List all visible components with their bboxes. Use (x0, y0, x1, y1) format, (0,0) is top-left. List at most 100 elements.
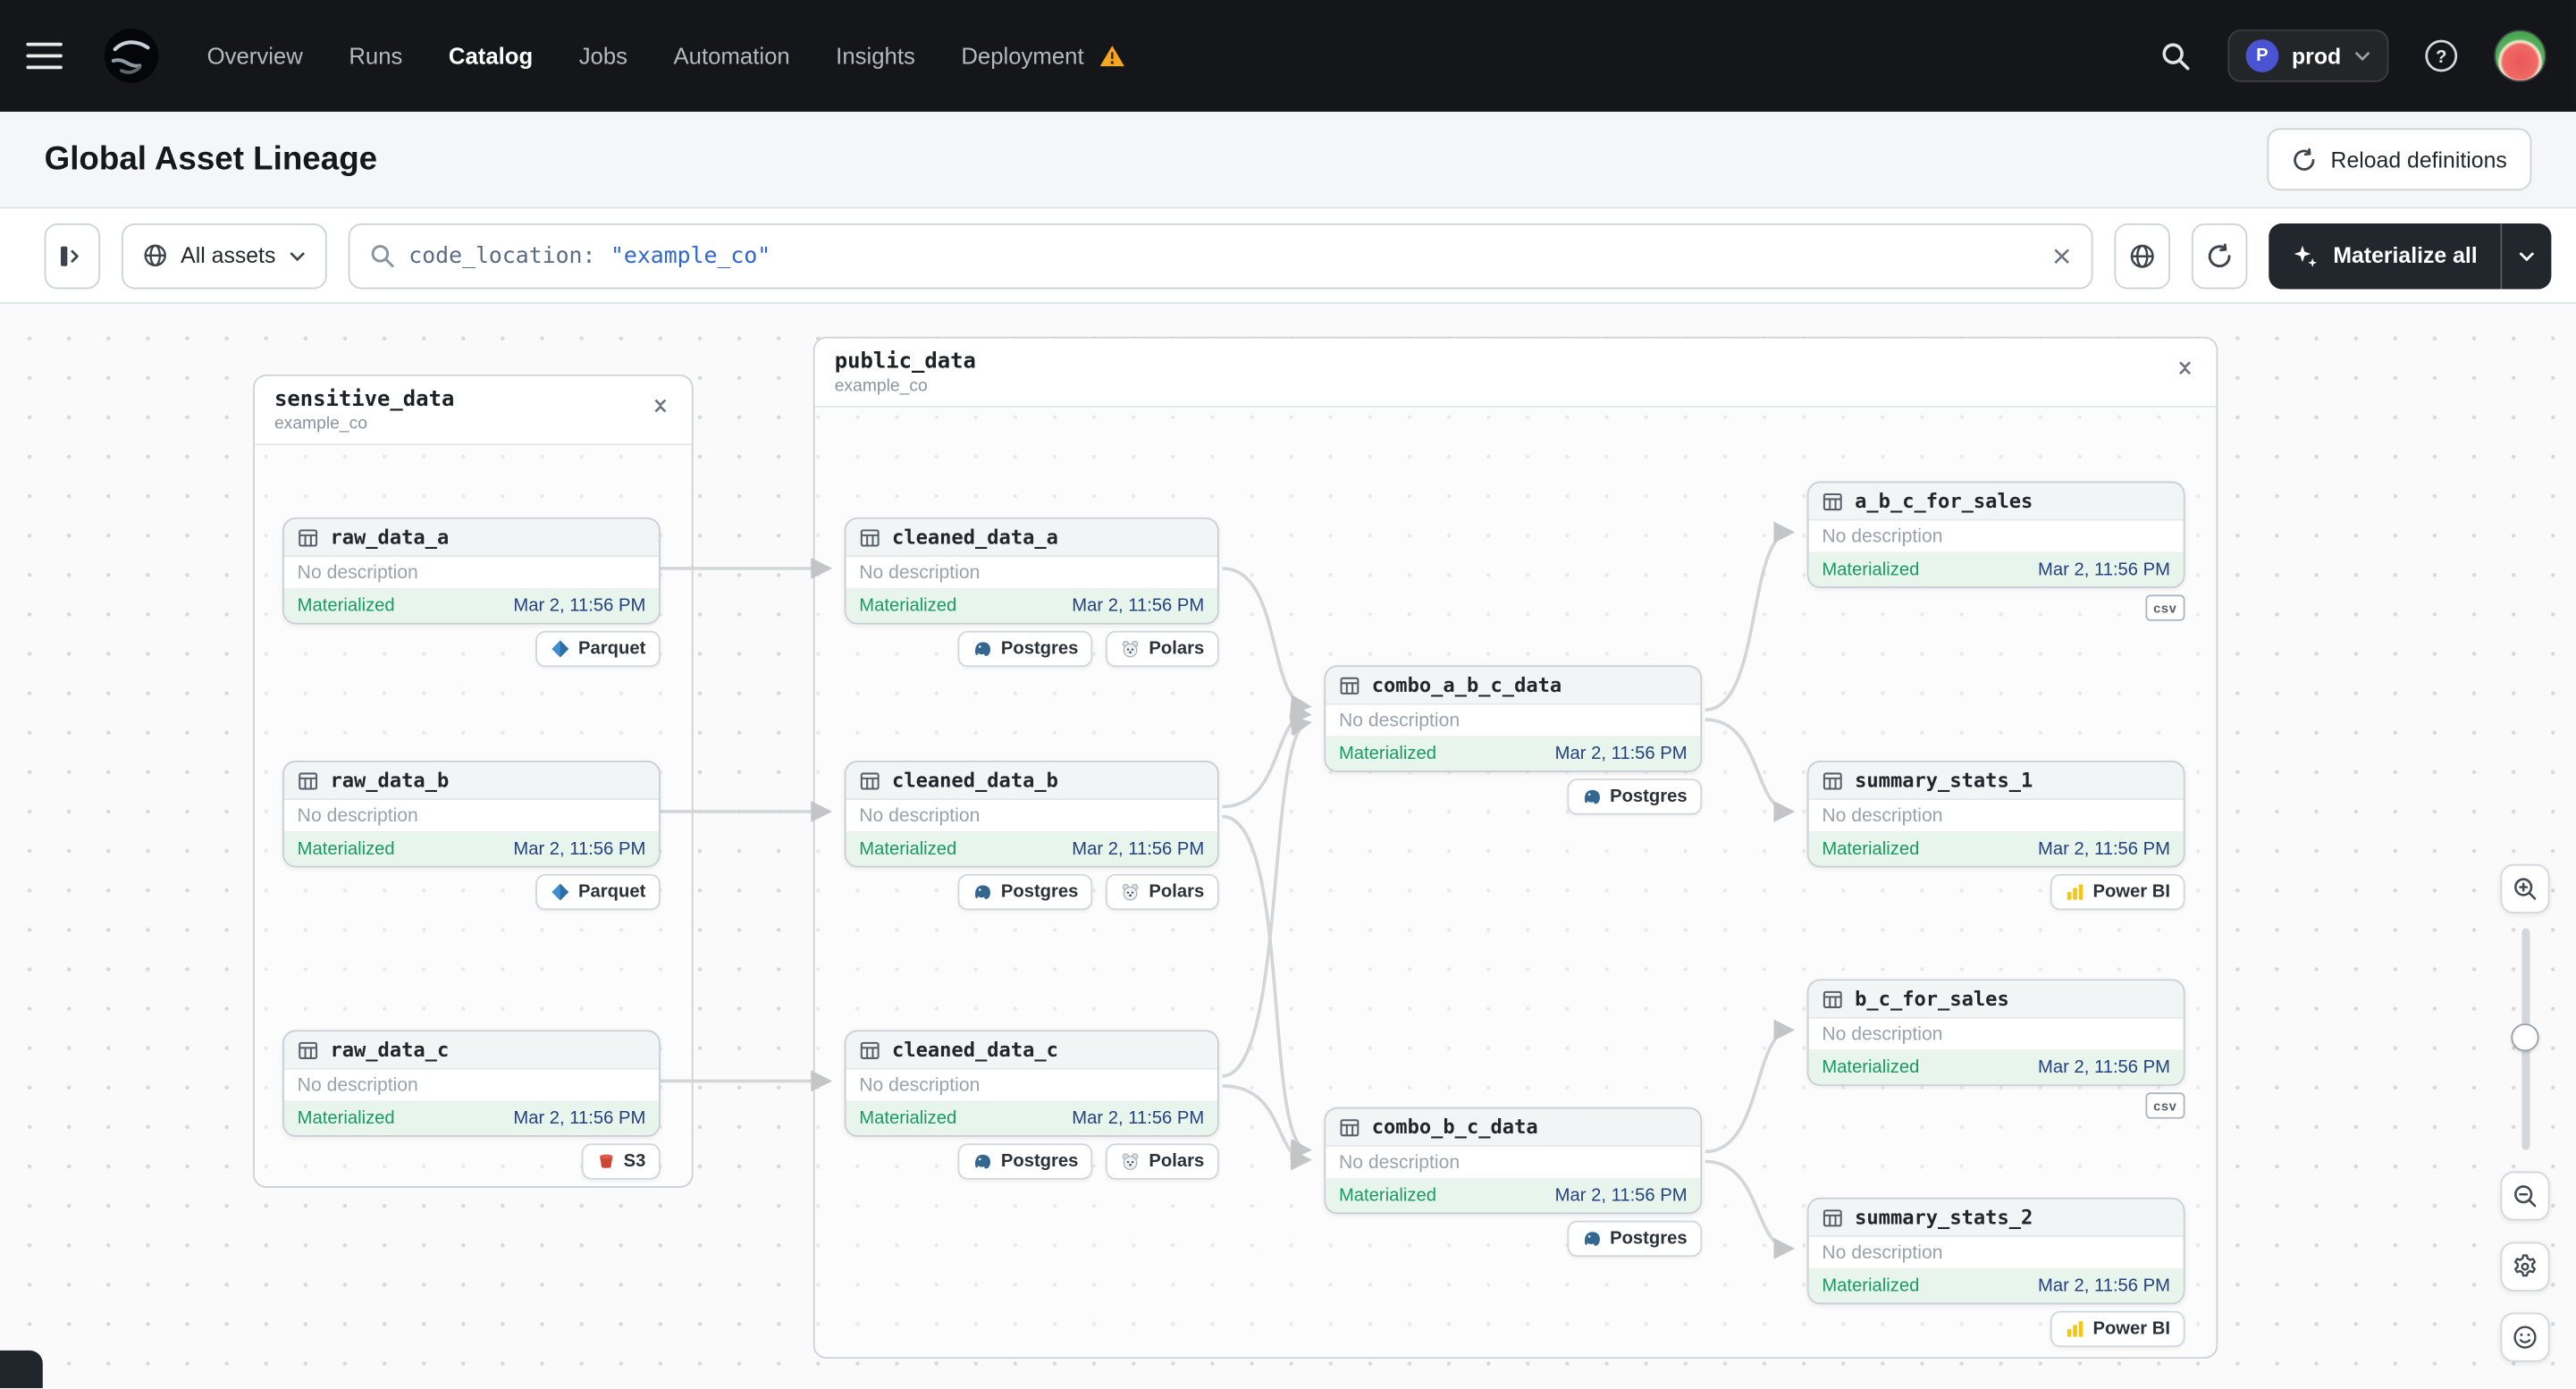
group-header[interactable]: public_data example_co (814, 338, 2217, 408)
asset-name: raw_data_a (330, 526, 450, 549)
polars-icon (1121, 1151, 1141, 1171)
asset-status-row: Materialized Mar 2, 11:56 PM (1808, 832, 2184, 866)
asset-node-cleaned-data-a[interactable]: cleaned_data_a No description Materializ… (844, 517, 1219, 625)
help-icon[interactable]: ? (2412, 26, 2471, 85)
polars-icon (1121, 639, 1141, 659)
materialized-status: Materialized (297, 596, 395, 617)
asset-name: cleaned_data_c (892, 1038, 1058, 1062)
feedback-button[interactable] (2500, 1312, 2550, 1362)
dagster-logo[interactable] (102, 26, 161, 85)
table-icon (1822, 491, 1843, 512)
csv-file-badge[interactable]: csv (2144, 1092, 2185, 1119)
materialized-status: Materialized (297, 1108, 395, 1129)
materialized-timestamp[interactable]: Mar 2, 11:56 PM (2038, 1276, 2170, 1296)
materialized-timestamp[interactable]: Mar 2, 11:56 PM (513, 596, 645, 616)
materialized-timestamp[interactable]: Mar 2, 11:56 PM (2038, 1058, 2170, 1078)
materialized-timestamp[interactable]: Mar 2, 11:56 PM (2038, 560, 2170, 580)
asset-tags: Postgres Polars (845, 873, 1219, 911)
svg-text:?: ? (2436, 47, 2446, 67)
refresh-button[interactable] (2192, 223, 2248, 289)
tag-polars[interactable]: Polars (1106, 1143, 1219, 1180)
search-icon (369, 243, 394, 268)
tag-s3[interactable]: S3 (580, 1143, 661, 1180)
tag-postgres[interactable]: Postgres (958, 1143, 1093, 1180)
zoom-slider[interactable] (2500, 928, 2549, 1150)
bottom-left-panel-tab[interactable] (0, 1350, 43, 1389)
zoom-slider-thumb[interactable] (2511, 1023, 2539, 1052)
hamburger-menu-icon[interactable] (26, 28, 81, 83)
asset-description: No description (846, 800, 1217, 833)
reload-definitions-button[interactable]: Reload definitions (2266, 128, 2532, 191)
asset-node-cleaned-data-c[interactable]: cleaned_data_c No description Materializ… (844, 1030, 1219, 1137)
powerbi-icon (2065, 882, 2084, 902)
materialized-timestamp[interactable]: Mar 2, 11:56 PM (2038, 839, 2170, 859)
asset-node-b-c-for-sales[interactable]: b_c_for_sales No description Materialize… (1806, 979, 2185, 1086)
group-header[interactable]: sensitive_data example_co (254, 375, 692, 446)
deployment-switcher[interactable]: P prod (2227, 29, 2389, 82)
tag-postgres[interactable]: Postgres (958, 873, 1093, 911)
asset-node-combo-a-b-c-data[interactable]: combo_a_b_c_data No description Material… (1324, 665, 1703, 772)
materialized-timestamp[interactable]: Mar 2, 11:56 PM (1072, 839, 1204, 859)
clear-filter-icon[interactable] (2052, 246, 2072, 265)
tag-power-bi[interactable]: Power BI (2050, 873, 2185, 911)
zoom-in-button[interactable] (2500, 863, 2550, 913)
materialized-timestamp[interactable]: Mar 2, 11:56 PM (1072, 1109, 1204, 1129)
tag-parquet[interactable]: Parquet (535, 630, 661, 668)
asset-scope-dropdown[interactable]: All assets (122, 223, 327, 289)
parquet-icon (551, 882, 570, 902)
tag-label: Parquet (578, 638, 646, 660)
asset-node-summary-stats-1[interactable]: summary_stats_1 No description Materiali… (1806, 760, 2185, 868)
tag-postgres[interactable]: Postgres (1567, 1220, 1703, 1258)
nav-item-overview[interactable]: Overview (207, 43, 303, 69)
tag-postgres[interactable]: Postgres (958, 630, 1093, 668)
csv-file-badge[interactable]: csv (2144, 594, 2185, 621)
globe-view-button[interactable] (2114, 223, 2171, 289)
materialize-options-caret[interactable] (2502, 223, 2551, 289)
lineage-canvas[interactable]: sensitive_data example_co public_data ex… (0, 304, 2576, 1389)
page-title: Global Asset Lineage (44, 140, 378, 177)
asset-node-cleaned-data-b[interactable]: cleaned_data_b No description Materializ… (844, 760, 1219, 868)
nav-item-jobs[interactable]: Jobs (579, 43, 627, 69)
nav-item-catalog[interactable]: Catalog (449, 43, 533, 69)
asset-node-a-b-c-for-sales[interactable]: a_b_c_for_sales No description Materiali… (1806, 481, 2185, 589)
zoom-slider-track[interactable] (2511, 928, 2539, 1150)
table-icon (859, 770, 880, 791)
materialize-all-main[interactable]: Materialize all (2269, 223, 2501, 289)
s3-icon (595, 1151, 615, 1171)
search-icon[interactable] (2145, 26, 2204, 85)
primary-nav: Overview Runs Catalog Jobs Automation In… (207, 43, 1125, 69)
materialized-timestamp[interactable]: Mar 2, 11:56 PM (513, 1109, 645, 1129)
asset-name: a_b_c_for_sales (1855, 489, 2033, 513)
tag-power-bi[interactable]: Power BI (2050, 1310, 2185, 1348)
tag-postgres[interactable]: Postgres (1567, 779, 1703, 815)
nav-item-insights[interactable]: Insights (836, 43, 915, 69)
asset-filter-input[interactable]: code_location: "example_co" (348, 223, 2093, 289)
asset-tags: Postgres Polars (845, 1143, 1219, 1180)
materialize-all-button[interactable]: Materialize all (2269, 223, 2552, 289)
asset-node-raw-data-b[interactable]: raw_data_b No description Materialized Ma… (282, 760, 661, 868)
tag-polars[interactable]: Polars (1106, 873, 1219, 911)
asset-node-raw-data-a[interactable]: raw_data_a No description Materialized Ma… (282, 517, 661, 625)
materialized-timestamp[interactable]: Mar 2, 11:56 PM (1072, 596, 1204, 616)
user-avatar[interactable] (2494, 29, 2547, 82)
nav-item-deployment[interactable]: Deployment (961, 43, 1124, 69)
nav-item-automation[interactable]: Automation (674, 43, 790, 69)
zoom-out-button[interactable] (2500, 1171, 2550, 1221)
settings-button[interactable] (2500, 1242, 2550, 1292)
tag-polars[interactable]: Polars (1106, 630, 1219, 668)
asset-node-combo-b-c-data[interactable]: combo_b_c_data No description Materializ… (1324, 1107, 1703, 1215)
deployment-badge: P (2245, 39, 2279, 72)
table-icon (859, 526, 880, 548)
asset-node-summary-stats-2[interactable]: summary_stats_2 No description Materiali… (1806, 1197, 2185, 1305)
materialized-status: Materialized (859, 596, 957, 617)
collapse-group-icon[interactable] (2174, 353, 2197, 383)
materialized-timestamp[interactable]: Mar 2, 11:56 PM (1555, 745, 1688, 764)
panel-toggle-button[interactable] (44, 223, 101, 289)
materialized-timestamp[interactable]: Mar 2, 11:56 PM (513, 839, 645, 859)
collapse-group-icon[interactable] (649, 391, 672, 420)
nav-item-runs[interactable]: Runs (349, 43, 402, 69)
tag-parquet[interactable]: Parquet (535, 873, 661, 911)
asset-node-raw-data-c[interactable]: raw_data_c No description Materialized Ma… (282, 1030, 661, 1137)
materialized-timestamp[interactable]: Mar 2, 11:56 PM (1555, 1186, 1688, 1206)
tag-label: Power BI (2092, 1318, 2170, 1339)
